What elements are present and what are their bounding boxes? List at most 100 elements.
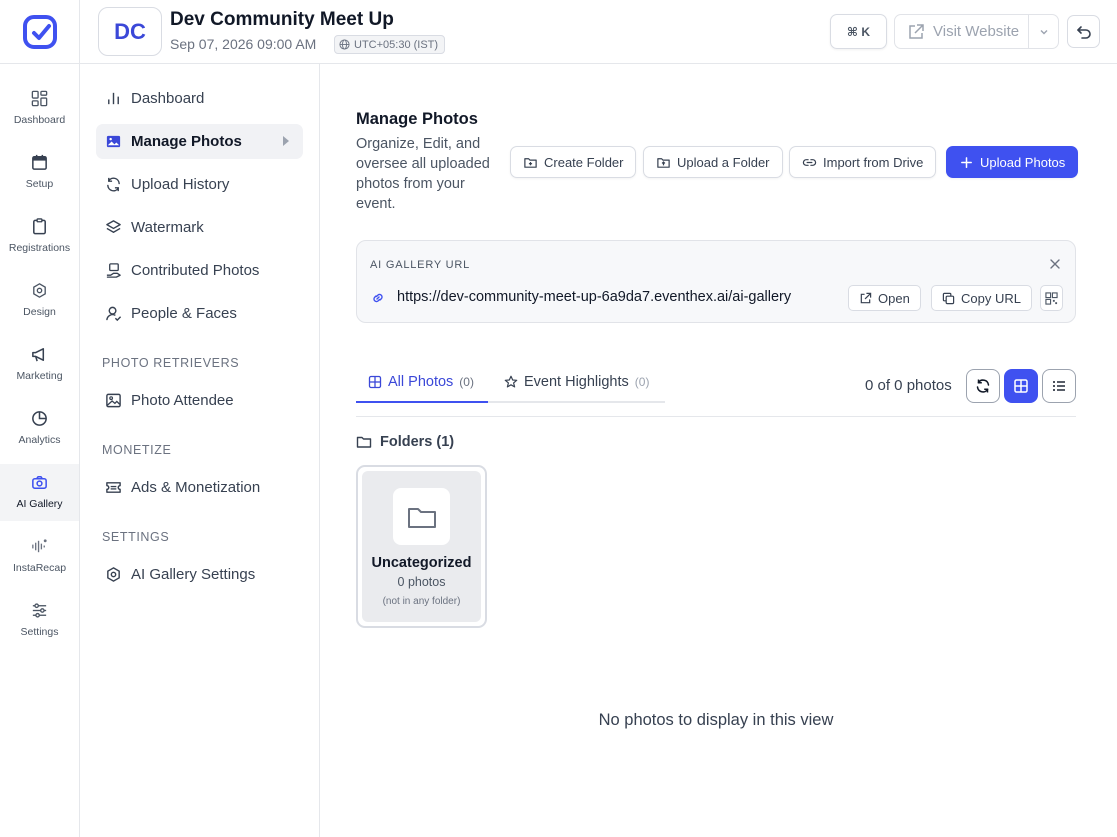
tabs-divider (356, 416, 1076, 417)
rail-item-registrations[interactable]: Registrations (0, 208, 79, 265)
star-icon (504, 375, 518, 388)
undo-button[interactable] (1067, 15, 1100, 48)
visit-website-main[interactable]: Visit Website (895, 15, 1028, 48)
rail-label: InstaRecap (12, 562, 67, 574)
tab-count: (0) (459, 375, 474, 389)
button-label: Open (878, 290, 910, 306)
folder-card-uncategorized[interactable]: Uncategorized 0 photos (not in any folde… (356, 465, 487, 628)
qr-code-button[interactable] (1040, 285, 1063, 311)
main-content: Manage Photos Organize, Edit, and overse… (320, 64, 1117, 837)
folders-heading-label: Folders (1) (380, 434, 455, 450)
tab-all-photos[interactable]: All Photos (0) (368, 374, 474, 390)
open-url-button[interactable]: Open (848, 285, 921, 311)
sidebar-item-manage-photos[interactable]: Manage Photos (96, 124, 303, 159)
button-label: Import from Drive (823, 154, 924, 170)
waveform-icon (32, 539, 47, 553)
caret-right-icon (283, 136, 289, 146)
event-title: Dev Community Meet Up (170, 9, 394, 30)
visit-website-button[interactable]: Visit Website (894, 14, 1059, 49)
upload-photos-button[interactable]: Upload Photos (946, 146, 1079, 178)
tab-event-highlights[interactable]: Event Highlights (0) (504, 374, 649, 390)
rail-item-analytics[interactable]: Analytics (0, 400, 79, 457)
visit-website-dropdown[interactable] (1028, 15, 1058, 48)
visit-website-label: Visit Website (933, 23, 1020, 40)
command-palette-button[interactable]: ⌘ K (830, 14, 887, 49)
create-folder-button[interactable]: Create Folder (510, 146, 637, 178)
eventhex-logo-icon (22, 15, 57, 49)
section-monetize: MONETIZE (102, 443, 172, 457)
plus-icon (961, 156, 972, 168)
link-icon (802, 158, 817, 166)
sidebar-item-photo-attendee[interactable]: Photo Attendee (96, 383, 303, 418)
pie-chart-icon (32, 411, 47, 426)
page-description: Organize, Edit, and oversee all uploaded… (356, 136, 490, 212)
rail-item-ai-gallery[interactable]: AI Gallery (0, 464, 79, 521)
rail-label: Dashboard (13, 114, 66, 126)
sidebar-item-label: Photo Attendee (131, 392, 234, 409)
url-card-label: AI GALLERY URL (370, 259, 471, 271)
sidebar-item-label: Upload History (131, 176, 230, 193)
external-link-icon (909, 23, 924, 39)
image-icon (106, 135, 121, 148)
section-settings: SETTINGS (102, 530, 170, 544)
rail-item-settings[interactable]: Settings (0, 592, 79, 649)
timezone-label: UTC+05:30 (IST) (354, 38, 439, 51)
page-title: Manage Photos (356, 110, 478, 128)
sidebar-item-upload-history[interactable]: Upload History (96, 167, 303, 202)
sidebar-item-label: Dashboard (131, 90, 205, 107)
bar-chart-icon (108, 92, 119, 105)
image-frame-icon (106, 393, 121, 408)
sidebar-item-people-faces[interactable]: People & Faces (96, 296, 303, 331)
ai-gallery-sidebar: Dashboard Manage Photos Upload History W… (80, 64, 320, 837)
external-link-icon (860, 292, 872, 303)
event-avatar[interactable]: DC (98, 7, 162, 56)
active-tab-indicator (356, 401, 488, 403)
sidebar-item-contributed-photos[interactable]: Contributed Photos (96, 253, 303, 288)
rail-item-marketing[interactable]: Marketing (0, 336, 79, 393)
folder-plus-icon (524, 157, 537, 168)
import-drive-button[interactable]: Import from Drive (789, 146, 937, 178)
rail-item-dashboard[interactable]: Dashboard (0, 80, 79, 137)
gallery-url-text[interactable]: https://dev-community-meet-up-6a9da7.eve… (397, 289, 791, 305)
sidebar-item-watermark[interactable]: Watermark (96, 210, 303, 245)
sidebar-item-ads-monetization[interactable]: Ads & Monetization (96, 470, 303, 505)
globe-icon (339, 39, 350, 50)
folder-upload-icon (657, 157, 670, 168)
grid-icon (31, 90, 48, 107)
refresh-button[interactable] (966, 369, 1000, 403)
hand-photo-icon (106, 263, 121, 278)
ai-gallery-url-card: AI GALLERY URL https://dev-community-mee… (356, 240, 1076, 323)
top-header: DC Dev Community Meet Up Sep 07, 2026 09… (0, 0, 1117, 64)
qr-code-icon (1045, 291, 1058, 305)
upload-folder-button[interactable]: Upload a Folder (643, 146, 783, 178)
close-icon[interactable] (1049, 258, 1061, 270)
photo-count: 0 of 0 photos (865, 377, 952, 394)
rail-label: Setup (25, 178, 54, 190)
app-logo[interactable] (0, 0, 80, 64)
tab-count: (0) (634, 375, 650, 389)
rail-label: Marketing (16, 370, 63, 382)
sidebar-item-dashboard[interactable]: Dashboard (96, 81, 303, 116)
user-check-icon (106, 306, 122, 322)
button-label: Create Folder (544, 154, 624, 170)
folder-icon (356, 436, 372, 448)
copy-url-button[interactable]: Copy URL (931, 285, 1032, 311)
sidebar-item-label: Watermark (131, 219, 204, 236)
button-label: Upload a Folder (677, 154, 770, 170)
timezone-badge: UTC+05:30 (IST) (334, 35, 446, 54)
settings-hexagon-icon (107, 567, 120, 582)
undo-icon (1076, 25, 1091, 39)
list-view-button[interactable] (1042, 369, 1076, 403)
grid-view-button[interactable] (1004, 369, 1038, 403)
link-icon (373, 293, 383, 303)
rail-item-setup[interactable]: Setup (0, 144, 79, 201)
folder-note: (not in any folder) (382, 596, 461, 607)
rail-item-design[interactable]: Design (0, 272, 79, 329)
rail-label: Design (23, 306, 56, 318)
rail-item-instarecap[interactable]: InstaRecap (0, 528, 79, 585)
folder-name: Uncategorized (371, 555, 472, 571)
button-label: Copy URL (961, 290, 1021, 306)
rail-label: Settings (20, 626, 59, 638)
sidebar-item-ai-gallery-settings[interactable]: AI Gallery Settings (96, 557, 303, 592)
copy-icon (942, 292, 955, 304)
